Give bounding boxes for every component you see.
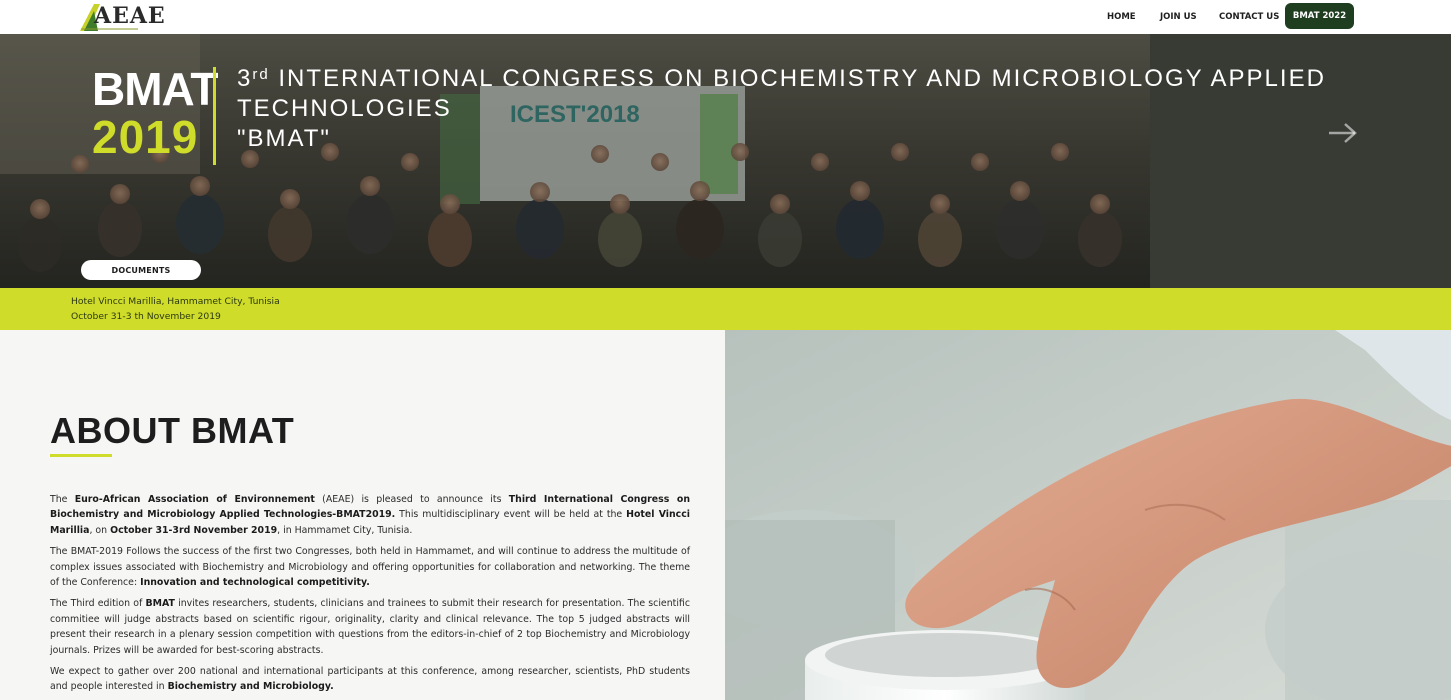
hero-slider: ICEST'2018 BMAT 2019 3rd INTERNATIONAL C… (0, 34, 1451, 288)
about-paragraph-2: The BMAT-2019 Follows the success of the… (50, 544, 690, 590)
nav-contact-us-label: CONTACT US (1219, 12, 1280, 22)
hero-event-name: BMAT (92, 63, 218, 115)
p1-bold-1: Euro-African Association of Environnemen… (74, 494, 315, 505)
venue-dates: October 31-3 th November 2019 (71, 311, 221, 322)
p3-bold-1: BMAT (145, 598, 175, 610)
p1-text-2: (AEAE) is pleased to announce its (314, 494, 509, 505)
nav-home-link[interactable]: HOME (1107, 0, 1136, 34)
about-section: ABOUT BMAT The Euro-African Association … (0, 330, 725, 700)
p1-bold-4: October 31-3rd November 2019 (110, 524, 278, 536)
venue-location: Hotel Vincci Marillia, Hammamet City, Tu… (71, 296, 280, 307)
documents-button[interactable]: DOCUMENTS (81, 260, 201, 280)
p1-text-4: , on (89, 524, 111, 536)
about-paragraph-4: We expect to gather over 200 national an… (50, 664, 690, 695)
logo-text: AEAE (94, 3, 166, 29)
hero-title-line2: "BMAT" (237, 125, 331, 152)
p2-bold-1: Innovation and technological competitivi… (140, 577, 370, 589)
hero-divider (213, 67, 216, 165)
site-logo[interactable]: AEAE (78, 1, 165, 32)
hero-title-ordinal: 3 (237, 65, 253, 92)
nav-contact-us-link[interactable]: CONTACT US (1219, 0, 1279, 34)
about-lab-image (725, 330, 1451, 700)
p1-text-3: This multidisciplinary event will be hel… (395, 509, 627, 521)
p1-text-1: The (50, 494, 75, 505)
lab-photo-illustration (725, 330, 1451, 700)
about-title: ABOUT BMAT (50, 410, 295, 451)
p1-text-5: , in Hammamet City, Tunisia. (277, 524, 413, 536)
p3-text-1: The Third edition of (50, 598, 146, 610)
about-body: The Euro-African Association of Environn… (50, 492, 690, 700)
hero-title-ordinal-suffix: rd (252, 66, 270, 83)
about-paragraph-3: The Third edition of BMAT invites resear… (50, 596, 690, 658)
bmat-2022-button[interactable]: BMAT 2022 (1285, 3, 1354, 29)
about-paragraph-1: The Euro-African Association of Environn… (50, 492, 690, 538)
hero-title-line1: INTERNATIONAL CONGRESS ON BIOCHEMISTRY A… (237, 65, 1326, 122)
nav-join-us-link[interactable]: JOIN US (1160, 0, 1197, 34)
nav-home-label: HOME (1107, 12, 1136, 22)
venue-strip: Hotel Vincci Marillia, Hammamet City, Tu… (0, 288, 1451, 330)
about-title-underline (50, 454, 112, 457)
p4-bold-1: Biochemistry and Microbiology. (167, 681, 334, 693)
hero-event-mark: BMAT 2019 (92, 63, 218, 163)
hero-event-year: 2019 (92, 111, 199, 163)
top-navigation-bar: AEAE HOME JOIN US CONTACT US BMAT 2022 (0, 0, 1451, 34)
hero-title: 3rd INTERNATIONAL CONGRESS ON BIOCHEMIST… (237, 64, 1357, 154)
arrow-right-icon[interactable] (1327, 121, 1359, 145)
nav-join-us-label: JOIN US (1160, 12, 1197, 22)
p4-text-1: We expect to gather over 200 national an… (50, 666, 690, 693)
